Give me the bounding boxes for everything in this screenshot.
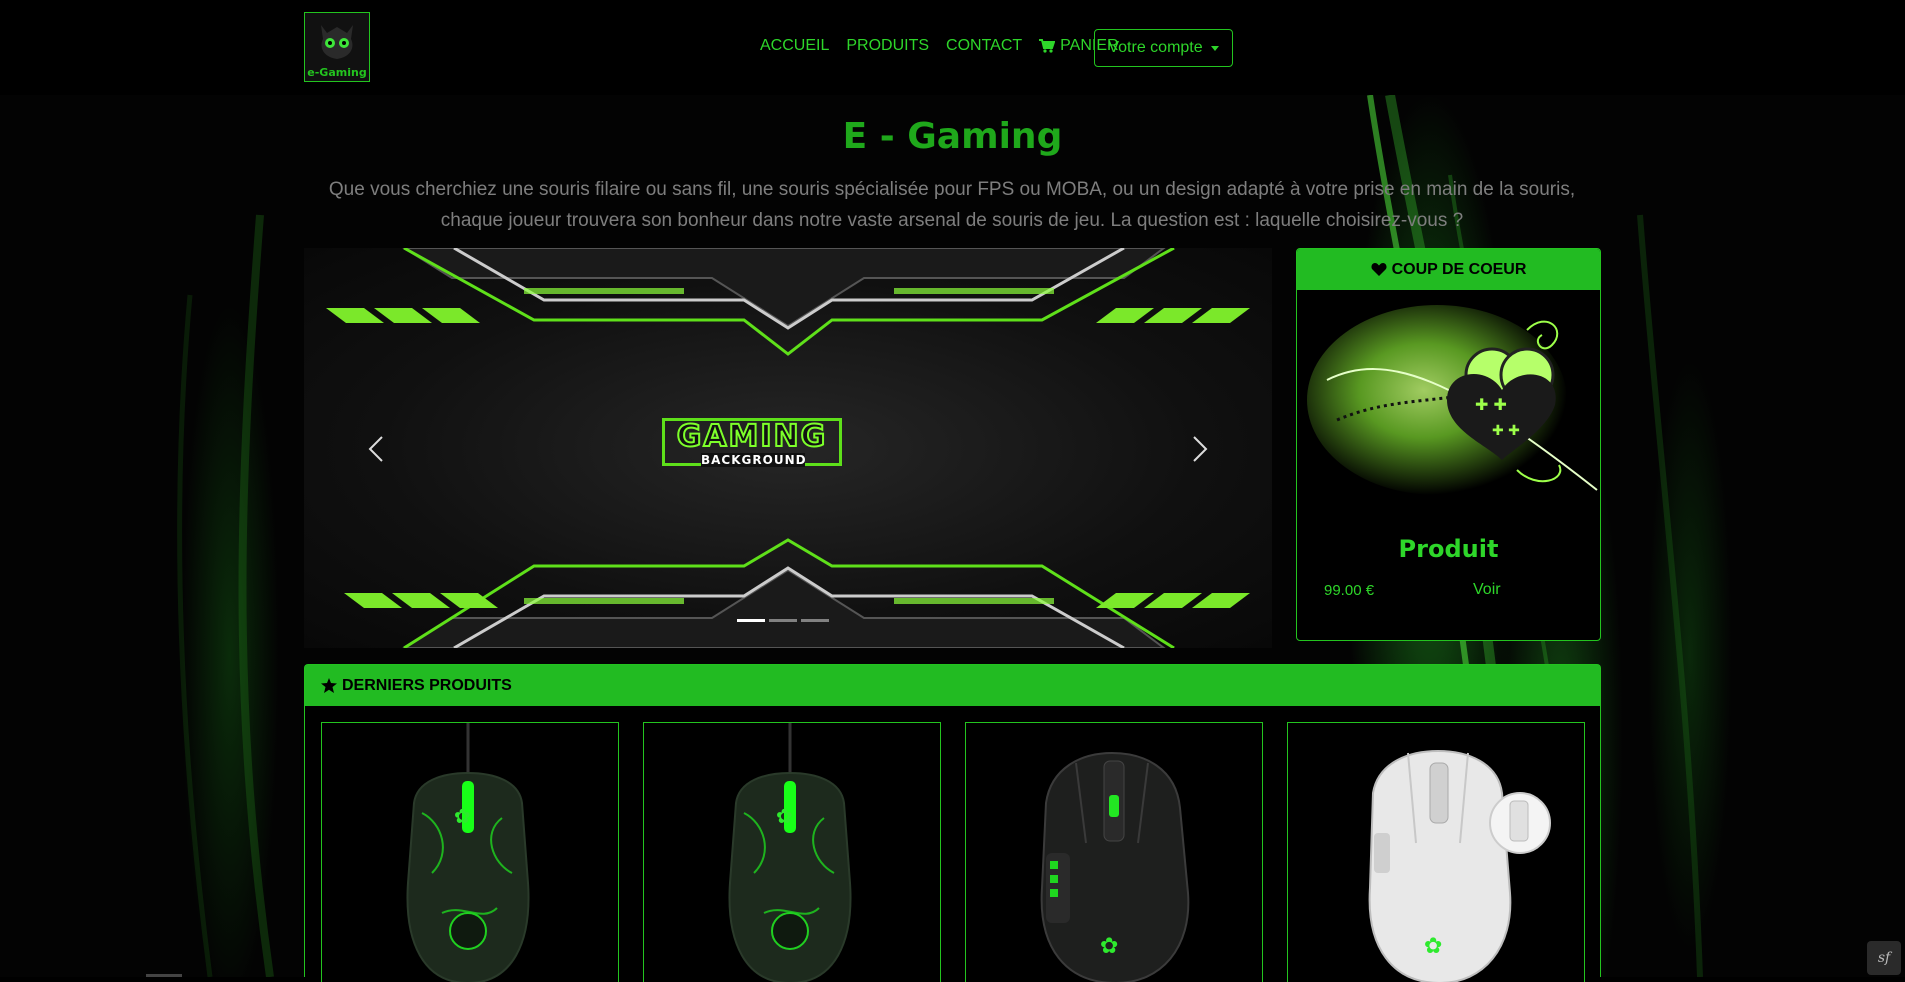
nav-produits[interactable]: PRODUITS — [846, 37, 929, 55]
navbar: e-Gaming ACCUEIL PRODUITS CONTACT PANIER… — [0, 0, 1905, 95]
carousel-indicator-2[interactable] — [769, 619, 797, 622]
razer-deathadder-camo-mouse-image: ✿ — [728, 723, 852, 982]
featured-product-price: 99.00 € — [1324, 582, 1375, 599]
carousel-indicator-1[interactable] — [737, 619, 765, 622]
carousel-indicator-3[interactable] — [801, 619, 829, 622]
latest-header: DERNIERS PRODUITS — [305, 665, 1600, 706]
carousel-indicators — [737, 619, 829, 622]
featured-product-name: Produit — [1398, 535, 1499, 563]
svg-text:✿: ✿ — [1100, 934, 1118, 959]
featured-header-label: COUP DE COEUR — [1391, 260, 1527, 278]
site-logo[interactable]: e-Gaming — [304, 12, 370, 82]
cart-icon — [1039, 39, 1056, 53]
gaming-background-badge: GAMING BACKGROUND — [662, 418, 842, 467]
featured-product-view-link[interactable]: Voir — [1473, 581, 1501, 599]
symfony-debug-toolbar-toggle[interactable]: sf — [1867, 941, 1901, 975]
account-dropdown-button[interactable]: Votre compte — [1094, 29, 1233, 67]
slide-subtitle: BACKGROUND — [701, 453, 807, 467]
product-card-2[interactable]: ✿ — [643, 722, 941, 982]
carousel-prev-icon[interactable] — [362, 431, 392, 467]
nav-links: ACCUEIL PRODUITS CONTACT PANIER — [760, 37, 1136, 55]
featured-product-image: ✚ ✚ ✚ ✚ — [1297, 290, 1600, 518]
hero-description: Que vous cherchiez une souris filaire ou… — [328, 179, 1576, 231]
svg-text:✚ ✚: ✚ ✚ — [1492, 423, 1520, 439]
page-title: E - Gaming — [842, 116, 1063, 157]
latest-products-section: DERNIERS PRODUITS ✿ ✿ ✿ ✿ — [304, 664, 1601, 982]
slide-title: GAMING — [676, 419, 828, 454]
logo-face-icon — [321, 25, 353, 59]
account-label: Votre compte — [1108, 39, 1203, 56]
product-card-3[interactable]: ✿ — [965, 722, 1263, 982]
product-card-1[interactable]: ✿ — [321, 722, 619, 982]
svg-text:✿: ✿ — [1424, 934, 1442, 959]
chevron-down-icon — [1210, 45, 1219, 51]
latest-header-label: DERNIERS PRODUITS — [342, 676, 512, 694]
razer-viper-white-mouse-image: ✿ — [1368, 749, 1551, 982]
heart-icon — [1371, 263, 1387, 276]
featured-header: COUP DE COEUR — [1297, 249, 1600, 290]
logo-text: e-Gaming — [307, 66, 367, 79]
product-card-4[interactable]: ✿ — [1287, 722, 1585, 982]
carousel-next-icon[interactable] — [1184, 431, 1214, 467]
nav-accueil[interactable]: ACCUEIL — [760, 37, 829, 55]
star-icon — [321, 678, 337, 693]
nav-contact[interactable]: CONTACT — [946, 37, 1022, 55]
featured-product-card: COUP DE COEUR ✚ ✚ ✚ ✚ Produit 99.00 € Vo… — [1296, 248, 1601, 641]
svg-text:✚ ✚: ✚ ✚ — [1475, 395, 1507, 414]
razer-deathadder-camo-mouse-image: ✿ — [406, 723, 530, 982]
svg-text:✿: ✿ — [776, 804, 793, 828]
razer-naga-black-mouse-image: ✿ — [1040, 751, 1190, 982]
hero-carousel: GAMING BACKGROUND — [304, 248, 1272, 648]
svg-text:✿: ✿ — [454, 804, 471, 828]
